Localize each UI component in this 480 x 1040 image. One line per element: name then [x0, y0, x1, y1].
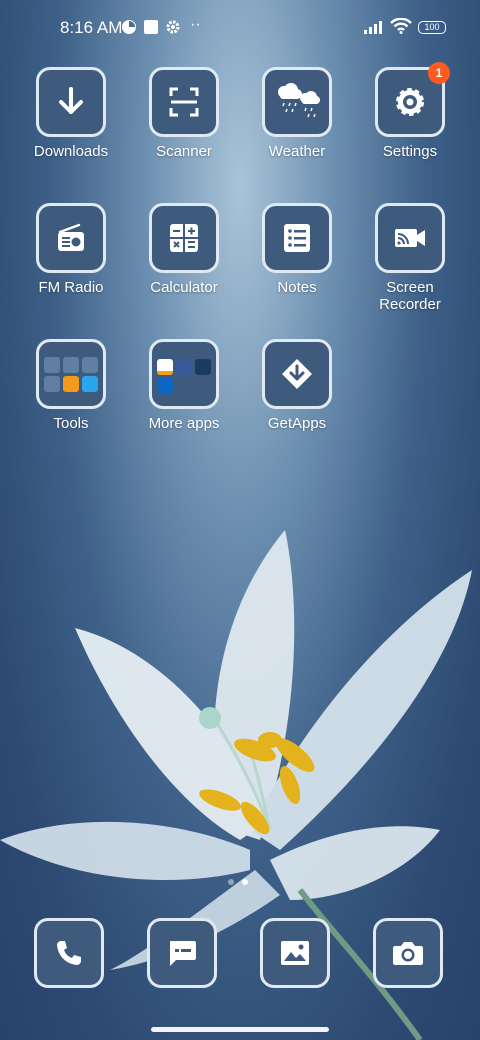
download-icon	[59, 87, 83, 114]
getapps-tile[interactable]	[262, 339, 332, 409]
scanner-icon	[169, 87, 199, 117]
phone-icon	[57, 941, 81, 965]
page-dot-active	[242, 879, 248, 885]
app-downloads[interactable]: Downloads	[16, 67, 126, 160]
gallery-icon	[281, 941, 309, 965]
shopping-mini-icon	[157, 358, 173, 375]
app-label: Settings	[382, 143, 438, 160]
folder-tools[interactable]: Tools	[16, 339, 126, 432]
notification-badge: 1	[428, 62, 450, 84]
dock-phone[interactable]	[34, 918, 104, 988]
calculator-icon	[170, 224, 198, 252]
tools-folder-tile[interactable]	[36, 339, 106, 409]
clock-mini-icon	[63, 356, 79, 373]
page-indicator	[228, 879, 248, 885]
screen-recorder-tile[interactable]	[375, 203, 445, 273]
settings-tile[interactable]: 1	[375, 62, 450, 137]
settings-icon	[396, 88, 424, 116]
app-settings[interactable]: 1 Settings	[355, 62, 465, 160]
more-notifications-dots: ··	[190, 16, 201, 33]
camera-icon	[393, 942, 423, 965]
app-label-line2: Recorder	[379, 296, 441, 313]
radio-icon	[58, 223, 84, 251]
app-screen-recorder[interactable]: Screen Recorder	[355, 203, 465, 313]
downloads-tile[interactable]	[36, 67, 106, 137]
battery-indicator: 100	[418, 21, 446, 34]
data-saver-icon	[122, 20, 136, 34]
folder-icon	[44, 356, 98, 392]
notes-icon	[284, 224, 310, 252]
gear-icon	[166, 20, 180, 34]
notification-square-icon	[144, 20, 158, 34]
app-label: Downloads	[33, 143, 109, 160]
fm-radio-tile[interactable]	[36, 203, 106, 273]
compass-mini-icon	[82, 356, 98, 373]
app-weather[interactable]: Weather	[242, 67, 352, 160]
linkedin-mini-icon	[157, 377, 173, 394]
app-label: FM Radio	[38, 279, 104, 296]
dock-messages[interactable]	[147, 918, 217, 988]
bulb-mini-icon	[44, 375, 60, 392]
app-label: Notes	[277, 279, 317, 296]
app-label: Tools	[53, 415, 89, 432]
app-notes[interactable]: Notes	[242, 203, 352, 296]
app-label: Calculator	[150, 279, 218, 296]
app-label: More apps	[148, 415, 220, 432]
app-label: Screen Recorder	[355, 279, 465, 313]
app-getapps[interactable]: GetApps	[242, 339, 352, 432]
messages-icon	[170, 941, 196, 966]
app-scanner[interactable]: Scanner	[129, 67, 239, 160]
app-label-line1: Screen	[386, 279, 434, 296]
status-time: 8:16 AM	[60, 18, 123, 37]
camera-tile[interactable]	[373, 918, 443, 988]
screen-recorder-icon	[395, 229, 425, 247]
folder-icon	[157, 355, 211, 394]
page-dot	[228, 879, 234, 885]
file-manager-mini-icon	[63, 375, 79, 392]
battery-level: 100	[424, 22, 440, 32]
getapps-icon	[282, 359, 312, 389]
gallery-tile[interactable]	[260, 918, 330, 988]
app-mini-icon	[82, 375, 98, 392]
app-label: GetApps	[267, 415, 327, 432]
notes-tile[interactable]	[262, 203, 332, 273]
status-bar: 8:16 AM ·· 100	[0, 0, 480, 56]
app-label: Weather	[268, 143, 326, 160]
dock-gallery[interactable]	[260, 918, 330, 988]
prime-video-mini-icon	[195, 358, 211, 375]
phone-tile[interactable]	[34, 918, 104, 988]
messages-tile[interactable]	[147, 918, 217, 988]
weather-tile[interactable]	[262, 67, 332, 137]
wifi-icon	[390, 18, 412, 34]
app-calculator[interactable]: Calculator	[129, 203, 239, 296]
home-gesture-bar[interactable]	[151, 1027, 329, 1032]
dock-camera[interactable]	[373, 918, 443, 988]
calculator-tile[interactable]	[149, 203, 219, 273]
mail-mini-icon	[44, 356, 60, 373]
signal-icon	[364, 21, 382, 34]
weather-icon	[278, 83, 320, 118]
folder-more-apps[interactable]: More apps	[129, 339, 239, 432]
facebook-mini-icon	[176, 358, 192, 375]
app-label: Scanner	[156, 143, 212, 160]
app-fm-radio[interactable]: FM Radio	[16, 203, 126, 296]
scanner-tile[interactable]	[149, 67, 219, 137]
more-apps-folder-tile[interactable]	[149, 339, 219, 409]
